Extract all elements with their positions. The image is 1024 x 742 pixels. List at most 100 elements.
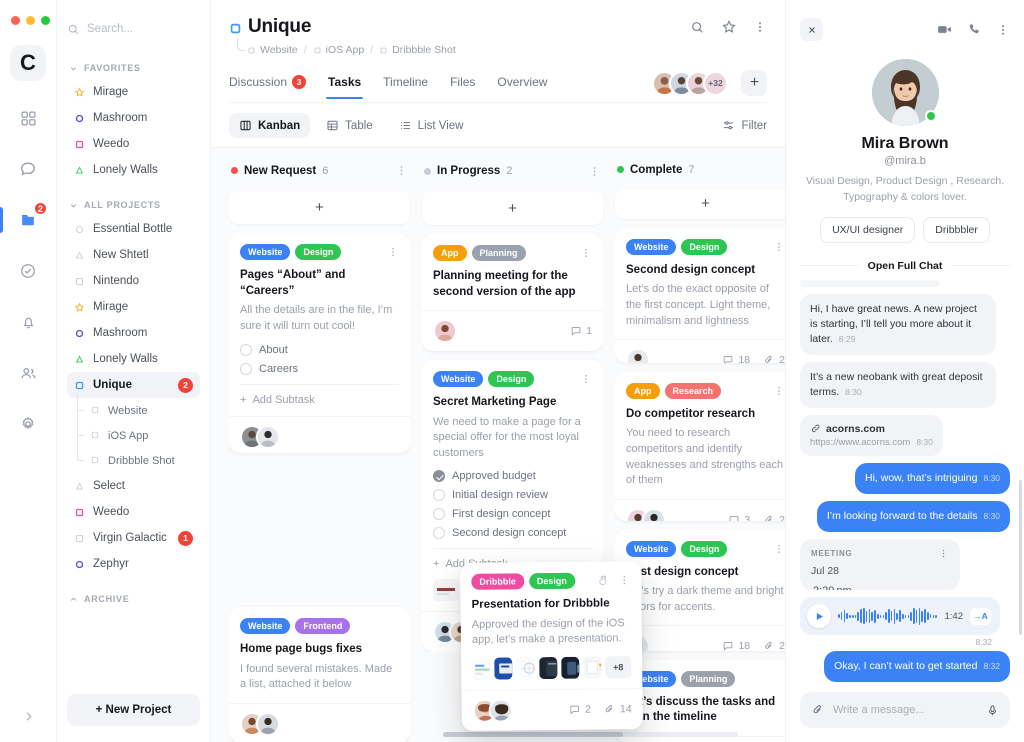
avatar[interactable] <box>626 348 650 363</box>
play-icon[interactable] <box>807 604 831 629</box>
avatar[interactable] <box>433 319 457 344</box>
attachment-thumb[interactable] <box>433 579 459 602</box>
card-menu-icon[interactable] <box>773 385 785 397</box>
sidebar-item-unique[interactable]: Unique 2 <box>67 372 200 398</box>
subtask-item[interactable]: Second design concept <box>433 527 592 540</box>
avatar[interactable] <box>256 424 280 449</box>
sidebar-item-select[interactable]: Select <box>67 473 200 499</box>
minimize-window-dot[interactable] <box>26 16 35 25</box>
sidebar-item-lonely-walls[interactable]: Lonely Walls <box>67 346 200 372</box>
card-menu-icon[interactable] <box>580 373 592 385</box>
people-icon[interactable] <box>13 358 43 388</box>
tag[interactable]: Research <box>664 382 722 399</box>
task-card[interactable]: Website Design Pages “About” and “Career… <box>229 233 410 454</box>
open-full-chat-button[interactable]: Open Full Chat <box>800 260 1010 272</box>
chat-icon[interactable] <box>13 154 43 184</box>
app-logo[interactable]: C <box>10 45 46 81</box>
search-input[interactable] <box>67 12 200 46</box>
sidebar-item-lonely-walls-fav[interactable]: Lonely Walls <box>67 157 200 183</box>
attachment-thumb[interactable] <box>560 656 580 679</box>
message-input[interactable] <box>833 704 978 716</box>
subtask-checkbox[interactable] <box>240 362 252 375</box>
breadcrumb-item-website[interactable]: Website <box>247 44 298 56</box>
view-list[interactable]: List View <box>389 113 474 138</box>
tab-discussion[interactable]: Discussion 3 <box>229 74 307 98</box>
card-menu-icon[interactable] <box>580 247 592 259</box>
tag[interactable]: Website <box>626 540 677 557</box>
tag[interactable]: Dribbble <box>471 573 524 590</box>
tab-tasks[interactable]: Tasks <box>326 75 364 99</box>
new-project-button[interactable]: + New Project <box>67 694 200 726</box>
sidebar-item-mirage-fav[interactable]: Mirage <box>67 79 200 105</box>
avatar[interactable] <box>256 712 280 737</box>
tag[interactable]: Website <box>240 244 291 261</box>
breadcrumb-item-ios-app[interactable]: iOS App <box>313 44 364 56</box>
task-card[interactable]: App Planning Planning meeting for the se… <box>422 234 603 352</box>
task-card[interactable]: App Research Do competitor research You … <box>615 371 785 521</box>
card-avatars[interactable] <box>240 712 280 737</box>
sidebar-subitem-website[interactable]: Website <box>76 398 200 423</box>
member-count-more[interactable]: +32 <box>703 70 728 96</box>
search-icon[interactable] <box>690 20 705 35</box>
contact-tag-role[interactable]: UX/UI designer <box>820 216 916 243</box>
subtask-checkbox[interactable] <box>433 489 445 502</box>
attachment-more-count[interactable]: +8 <box>605 655 632 679</box>
view-kanban[interactable]: Kanban <box>229 113 311 138</box>
all-projects-section-header[interactable]: ALL PROJECTS <box>69 200 200 210</box>
clip-icon[interactable] <box>811 703 825 717</box>
sidebar-item-essential-bottle[interactable]: Essential Bottle <box>67 216 200 242</box>
filter-button[interactable]: Filter <box>722 119 767 132</box>
add-member-button[interactable]: + <box>741 70 767 96</box>
sidebar-item-weedo-fav[interactable]: Weedo <box>67 131 200 157</box>
tab-files[interactable]: Files <box>450 75 475 98</box>
star-icon[interactable] <box>721 19 737 35</box>
tag[interactable]: Design <box>681 540 728 557</box>
task-card[interactable]: Website Design Second design concept Let… <box>615 227 785 363</box>
attachment-thumb[interactable] <box>582 656 602 679</box>
drag-handle[interactable] <box>596 573 630 587</box>
card-avatars[interactable] <box>433 319 457 344</box>
phone-call-icon[interactable] <box>967 22 982 37</box>
tag[interactable]: Design <box>681 238 728 255</box>
view-table[interactable]: Table <box>316 113 383 138</box>
sidebar-subitem-ios-app[interactable]: iOS App <box>76 423 200 448</box>
search-field[interactable] <box>87 23 187 35</box>
subtask-item[interactable]: About <box>240 343 399 356</box>
sidebar-subitem-dribbble-shot[interactable]: Dribbble Shot <box>76 448 200 473</box>
close-window-dot[interactable] <box>11 16 20 25</box>
gear-icon[interactable] <box>13 409 43 439</box>
card-menu-icon[interactable] <box>387 246 399 258</box>
subtask-checkbox[interactable] <box>433 470 445 483</box>
subtask-checkbox[interactable] <box>433 527 445 540</box>
archive-section-header[interactable]: ARCHIVE <box>69 594 200 604</box>
card-menu-icon[interactable] <box>618 574 630 586</box>
breadcrumb-item-dribbble-shot[interactable]: Dribbble Shot <box>379 44 456 56</box>
video-call-icon[interactable] <box>936 21 953 38</box>
expand-sidebar-button[interactable] <box>21 709 36 724</box>
maximize-window-dot[interactable] <box>41 16 50 25</box>
card-avatars[interactable] <box>626 348 650 363</box>
voice-waveform[interactable] <box>838 607 938 625</box>
tag[interactable]: Design <box>488 371 535 388</box>
avatar[interactable] <box>871 59 939 126</box>
message-link-preview[interactable]: acorns.com https://www.acorns.com 8:30 <box>800 414 943 456</box>
column-menu-icon[interactable] <box>395 164 408 177</box>
add-card-button[interactable]: + <box>422 191 603 225</box>
tag[interactable]: Website <box>433 371 484 388</box>
member-avatars[interactable]: +32 <box>652 70 728 96</box>
meeting-card[interactable]: MEETING Jul 28 2:20pm Add to Schedule <box>800 538 960 591</box>
sidebar-item-nintendo[interactable]: Nintendo <box>67 268 200 294</box>
subtask-checkbox[interactable] <box>433 508 445 521</box>
card-avatars[interactable] <box>472 698 513 723</box>
avatar[interactable] <box>488 698 513 723</box>
sidebar-item-virgin-galactic[interactable]: Virgin Galactic 1 <box>67 525 200 551</box>
tag[interactable]: Design <box>295 244 342 261</box>
bell-icon[interactable] <box>13 307 43 337</box>
grid-icon[interactable] <box>13 103 43 133</box>
subtask-item[interactable]: Initial design review <box>433 489 592 502</box>
card-avatars[interactable] <box>626 507 666 521</box>
tag[interactable]: App <box>626 382 660 399</box>
add-card-button[interactable]: + <box>615 188 785 219</box>
close-icon[interactable] <box>800 18 823 41</box>
subtask-item[interactable]: Approved budget <box>433 470 592 483</box>
